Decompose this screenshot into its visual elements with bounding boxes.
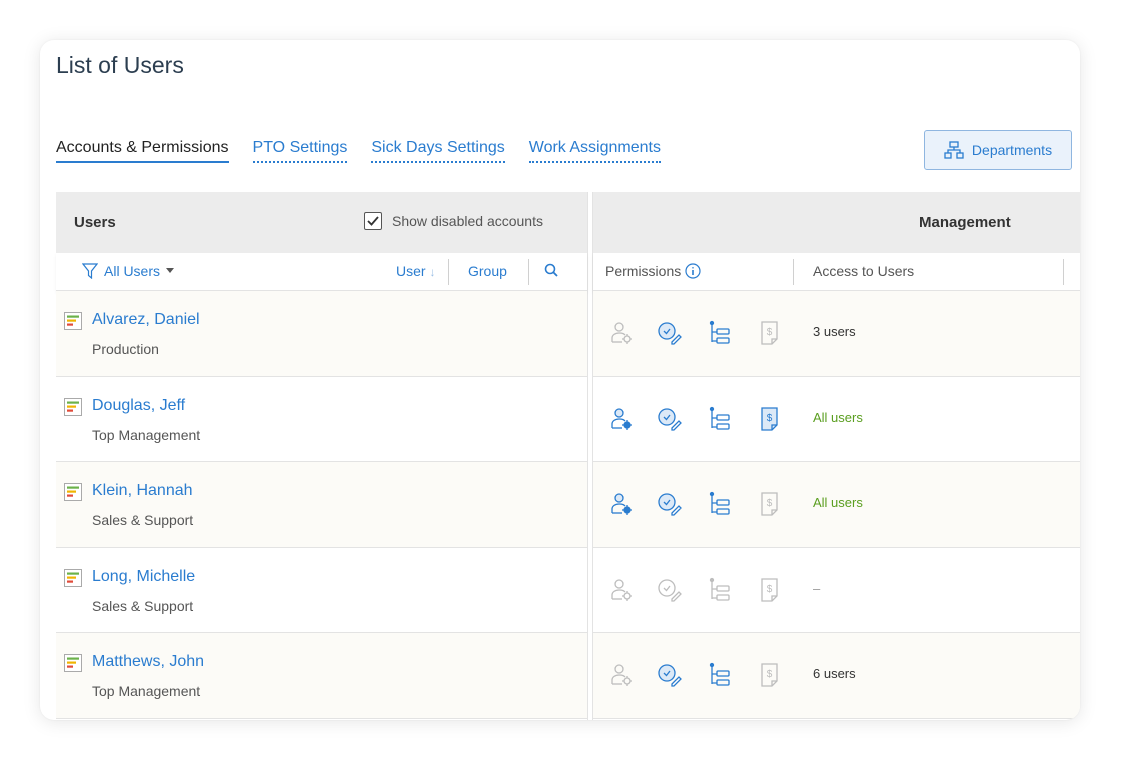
users-panel-title: Users <box>74 214 116 231</box>
user-row[interactable]: Klein, Hannah Sales & Support <box>56 462 587 548</box>
user-department: Top Management <box>92 426 201 443</box>
departments-button-label: Departments <box>971 142 1053 158</box>
access-to-users-value[interactable]: 3 users <box>813 324 856 339</box>
divider <box>1063 259 1064 285</box>
user-gear-icon[interactable] <box>609 577 635 608</box>
billing-document-icon[interactable]: $ <box>757 662 783 693</box>
permissions-column-header: Permissions <box>605 263 701 279</box>
user-name-link[interactable]: Matthews, John <box>92 653 204 671</box>
access-to-users-value[interactable]: All users <box>813 410 863 425</box>
management-panel: Management Permissions Access to Users $… <box>592 192 1080 720</box>
tab-sick-days-settings[interactable]: Sick Days Settings <box>371 139 505 163</box>
users-panel: Users Show disabled accounts All Users U… <box>56 192 588 720</box>
svg-text:$: $ <box>767 584 773 595</box>
tree-structure-icon[interactable] <box>707 406 733 437</box>
show-disabled-checkbox[interactable]: Show disabled accounts <box>364 212 543 230</box>
divider <box>448 259 449 285</box>
svg-text:$: $ <box>767 669 773 680</box>
caret-down-icon <box>166 268 175 273</box>
user-gear-icon[interactable] <box>609 491 635 522</box>
billing-document-icon[interactable]: $ <box>757 577 783 608</box>
all-users-filter-label: All Users <box>104 263 161 279</box>
page-title: List of Users <box>56 52 184 78</box>
access-to-users-value[interactable]: All users <box>813 495 863 510</box>
user-department: Top Management <box>92 683 201 699</box>
user-name-link[interactable]: Klein, Hannah <box>92 482 193 500</box>
management-title: Management <box>919 214 1011 231</box>
tree-structure-icon[interactable] <box>707 577 733 608</box>
user-row[interactable]: Matthews, John Top Management <box>56 633 587 719</box>
tab-pto-settings[interactable]: PTO Settings <box>252 139 348 163</box>
tree-structure-icon[interactable] <box>707 662 733 693</box>
user-gear-icon[interactable] <box>609 320 635 351</box>
clock-edit-icon[interactable] <box>657 320 683 351</box>
org-chart-icon <box>944 141 964 159</box>
user-row[interactable]: Alvarez, Daniel Production <box>56 291 587 377</box>
management-subheader: Permissions Access to Users <box>593 253 1080 291</box>
workload-icon <box>64 397 82 421</box>
user-name-link[interactable]: Alvarez, Daniel <box>92 311 200 329</box>
workload-icon <box>64 654 82 677</box>
divider <box>528 259 529 285</box>
user-row[interactable]: Douglas, Jeff Top Management <box>56 377 587 462</box>
billing-document-icon[interactable]: $ <box>757 320 783 351</box>
svg-text:$: $ <box>767 498 773 509</box>
clock-edit-icon[interactable] <box>657 662 683 693</box>
tree-structure-icon[interactable] <box>707 491 733 522</box>
user-list: Alvarez, Daniel Production Douglas, Jeff… <box>56 291 587 719</box>
management-list: $3 users $ All users $ All users $ – $6 users <box>593 291 1080 719</box>
show-disabled-label: Show disabled accounts <box>392 213 543 229</box>
user-row[interactable]: Long, Michelle Sales & Support <box>56 548 587 633</box>
info-icon[interactable] <box>685 263 701 279</box>
billing-document-icon[interactable]: $ <box>757 406 783 437</box>
tab-work-assignments[interactable]: Work Assignments <box>528 139 661 163</box>
users-filter-row: All Users User ↓ Group <box>56 253 587 291</box>
all-users-filter[interactable]: All Users <box>82 263 175 279</box>
permission-row: $ All users <box>593 377 1080 462</box>
sort-by-user[interactable]: User ↓ <box>396 263 435 279</box>
user-name-link[interactable]: Douglas, Jeff <box>92 397 185 415</box>
access-to-users-value[interactable]: – <box>813 581 820 596</box>
access-to-users-value[interactable]: 6 users <box>813 666 856 681</box>
sort-user-label: User <box>396 263 426 279</box>
workload-icon <box>64 568 82 592</box>
workload-icon <box>64 483 82 506</box>
users-panel-header: Users Show disabled accounts <box>56 192 587 253</box>
billing-document-icon[interactable]: $ <box>757 491 783 522</box>
permission-row: $ All users <box>593 462 1080 548</box>
permission-row: $6 users <box>593 633 1080 719</box>
permission-row: $ – <box>593 548 1080 633</box>
checkbox-checked-icon[interactable] <box>364 212 382 230</box>
tab-bar: Accounts & Permissions PTO Settings Sick… <box>56 139 685 163</box>
svg-text:$: $ <box>767 413 773 424</box>
permission-row: $3 users <box>593 291 1080 377</box>
management-header: Management <box>593 192 1080 253</box>
filter-icon <box>82 263 98 279</box>
clock-edit-icon[interactable] <box>657 577 683 608</box>
clock-edit-icon[interactable] <box>657 406 683 437</box>
arrow-down-icon: ↓ <box>429 265 436 279</box>
user-department: Production <box>92 341 159 357</box>
divider <box>793 259 794 285</box>
tab-accounts-permissions[interactable]: Accounts & Permissions <box>56 139 229 163</box>
access-to-users-header: Access to Users <box>813 263 915 279</box>
user-name-link[interactable]: Long, Michelle <box>92 568 195 586</box>
users-card: List of Users Accounts & Permissions PTO… <box>40 40 1080 720</box>
user-department: Sales & Support <box>92 512 194 528</box>
clock-edit-icon[interactable] <box>657 491 683 522</box>
user-department: Sales & Support <box>92 597 194 614</box>
svg-text:$: $ <box>767 327 773 338</box>
tree-structure-icon[interactable] <box>707 320 733 351</box>
workload-icon <box>64 312 82 335</box>
search-icon[interactable] <box>544 263 558 280</box>
departments-button[interactable]: Departments <box>924 130 1072 170</box>
user-gear-icon[interactable] <box>609 662 635 693</box>
sort-by-group[interactable]: Group <box>468 263 507 279</box>
permissions-label: Permissions <box>605 263 682 279</box>
user-gear-icon[interactable] <box>609 406 635 437</box>
